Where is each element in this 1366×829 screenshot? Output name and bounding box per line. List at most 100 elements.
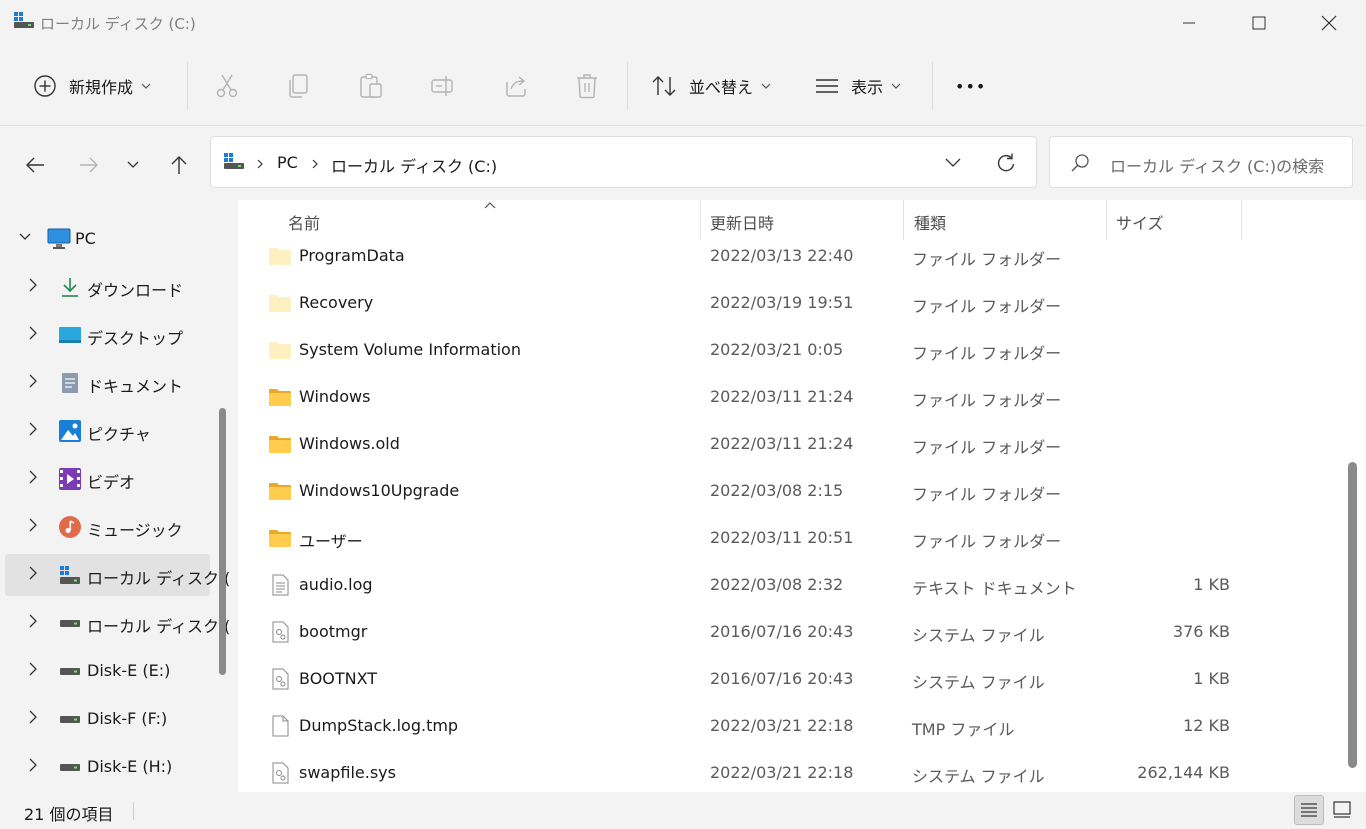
documents-icon — [62, 373, 78, 393]
table-row[interactable]: Windows 2022/03/11 21:24 ファイル フォルダー — [238, 374, 1338, 421]
cut-button[interactable] — [214, 64, 240, 108]
file-size: 12 KB — [1183, 716, 1230, 735]
folder-hidden-icon — [269, 342, 291, 359]
maximize-button[interactable] — [1224, 0, 1294, 46]
rename-icon — [431, 76, 453, 96]
table-row[interactable]: Recovery 2022/03/19 19:51 ファイル フォルダー — [238, 280, 1338, 327]
sidebar-item-music[interactable]: ミュージック — [5, 506, 210, 548]
sidebar-item-videos[interactable]: ビデオ — [5, 458, 210, 500]
arrow-right-icon — [80, 157, 98, 173]
chevron-right-icon — [29, 710, 37, 724]
sidebar-item-local-disk-c[interactable]: ローカル ディスク ( — [5, 554, 230, 596]
paste-button[interactable] — [358, 64, 384, 108]
desktop-icon — [59, 327, 81, 343]
chevron-down-icon — [891, 83, 901, 89]
file-date: 2022/03/13 22:40 — [710, 246, 854, 265]
sidebar-item-documents[interactable]: ドキュメント — [5, 362, 210, 404]
sort-button[interactable]: 並べ替え — [651, 64, 771, 108]
sort-arrows-icon — [652, 76, 676, 96]
sort-ascending-icon — [484, 202, 496, 209]
sidebar-item-label: ダウンロード — [87, 281, 184, 300]
minimize-button[interactable] — [1154, 0, 1224, 46]
copy-button[interactable] — [287, 64, 311, 108]
delete-button[interactable] — [575, 64, 599, 108]
file-name: swapfile.sys — [299, 763, 396, 782]
file-date: 2022/03/21 22:18 — [710, 716, 854, 735]
sidebar-item-desktop[interactable]: デスクトップ — [5, 314, 210, 356]
breadcrumb-pc[interactable]: PC — [277, 153, 298, 172]
file-list-scrollbar-thumb[interactable] — [1348, 462, 1357, 768]
system-file-icon — [272, 668, 289, 690]
trash-icon — [577, 74, 597, 99]
table-row[interactable]: ユーザー 2022/03/11 20:51 ファイル フォルダー — [238, 515, 1338, 562]
sidebar-item-label: ローカル ディスク ( — [87, 569, 231, 588]
chevron-right-icon — [29, 614, 37, 628]
forward-button[interactable] — [72, 148, 106, 182]
title-bar: ローカル ディスク (C:) — [0, 0, 1366, 46]
sidebar-item-pictures[interactable]: ピクチャ — [5, 410, 210, 452]
sidebar-item-disk-h[interactable]: Disk-E (H:) — [5, 746, 210, 788]
table-row[interactable]: DumpStack.log.tmp 2022/03/21 22:18 TMP フ… — [238, 703, 1338, 750]
file-date: 2016/07/16 20:43 — [710, 669, 854, 688]
chevron-down-icon — [19, 233, 31, 240]
sidebar-item-disk-e[interactable]: Disk-E (E:) — [5, 650, 210, 692]
column-header-size[interactable]: サイズ — [1116, 210, 1164, 234]
sidebar-item-disk-f[interactable]: Disk-F (F:) — [5, 698, 210, 740]
view-button[interactable]: 表示 — [815, 64, 901, 108]
file-type: ファイル フォルダー — [912, 344, 1062, 363]
sidebar-item-downloads[interactable]: ダウンロード — [5, 266, 210, 308]
column-header-name[interactable]: 名前 — [288, 210, 320, 234]
recent-locations-button[interactable] — [116, 148, 150, 182]
sort-label: 並べ替え — [689, 78, 754, 97]
table-row[interactable]: audio.log 2022/03/08 2:32 テキスト ドキュメント 1 … — [238, 562, 1338, 609]
view-label: 表示 — [851, 78, 884, 97]
drive-icon — [224, 153, 244, 169]
file-name: Recovery — [299, 293, 374, 312]
chevron-right-icon — [29, 278, 37, 292]
table-row[interactable]: System Volume Information 2022/03/21 0:0… — [238, 327, 1338, 374]
address-history-button[interactable] — [941, 153, 965, 173]
rename-button[interactable] — [430, 64, 456, 108]
breadcrumb-current[interactable]: ローカル ディスク (C:) — [331, 153, 497, 177]
share-button[interactable] — [503, 64, 529, 108]
sidebar-item-label: ミュージック — [87, 521, 183, 540]
file-size: 376 KB — [1172, 622, 1230, 641]
address-bar[interactable]: PC ローカル ディスク (C:) — [210, 136, 1037, 188]
file-name: Windows — [299, 387, 371, 406]
file-type: システム ファイル — [912, 673, 1045, 692]
music-icon — [59, 516, 81, 538]
arrow-up-icon — [171, 156, 187, 174]
file-name: Windows10Upgrade — [299, 481, 460, 500]
sidebar-item-label: ドキュメント — [87, 377, 184, 396]
details-view-icon — [1301, 803, 1317, 817]
new-button[interactable]: 新規作成 — [33, 64, 151, 108]
table-row[interactable]: swapfile.sys 2022/03/21 22:18 システム ファイル … — [238, 750, 1338, 792]
details-view-button[interactable] — [1294, 795, 1324, 825]
search-box[interactable]: ローカル ディスク (C:)の検索 — [1049, 136, 1353, 188]
table-row[interactable]: bootmgr 2016/07/16 20:43 システム ファイル 376 K… — [238, 609, 1338, 656]
sidebar-item-pc[interactable]: PC — [5, 218, 210, 260]
large-icons-view-button[interactable] — [1327, 795, 1357, 825]
chevron-down-icon — [761, 83, 771, 89]
table-row[interactable]: Windows.old 2022/03/11 21:24 ファイル フォルダー — [238, 421, 1338, 468]
plus-circle-icon — [34, 75, 56, 97]
close-button[interactable] — [1294, 0, 1364, 46]
column-header-modified[interactable]: 更新日時 — [710, 210, 774, 234]
file-type: システム ファイル — [912, 626, 1045, 645]
sidebar-scrollbar-thumb[interactable] — [219, 408, 226, 675]
table-row[interactable]: BOOTNXT 2016/07/16 20:43 システム ファイル 1 KB — [238, 656, 1338, 703]
up-button[interactable] — [162, 148, 196, 182]
drive-app-icon — [14, 12, 34, 28]
chevron-right-icon — [29, 470, 37, 484]
text-file-icon — [272, 574, 289, 596]
refresh-icon — [997, 153, 1015, 172]
table-row[interactable]: Windows10Upgrade 2022/03/08 2:15 ファイル フォ… — [238, 468, 1338, 515]
table-row[interactable]: ProgramData 2022/03/13 22:40 ファイル フォルダー — [238, 233, 1338, 280]
back-button[interactable] — [18, 148, 52, 182]
file-name: BOOTNXT — [299, 669, 378, 688]
sidebar-item-local-disk-d[interactable]: ローカル ディスク ( — [5, 602, 230, 644]
more-options-button[interactable]: ••• — [955, 64, 986, 108]
file-type: ファイル フォルダー — [912, 250, 1062, 269]
refresh-button[interactable] — [994, 151, 1018, 175]
column-header-type[interactable]: 種類 — [914, 210, 946, 234]
